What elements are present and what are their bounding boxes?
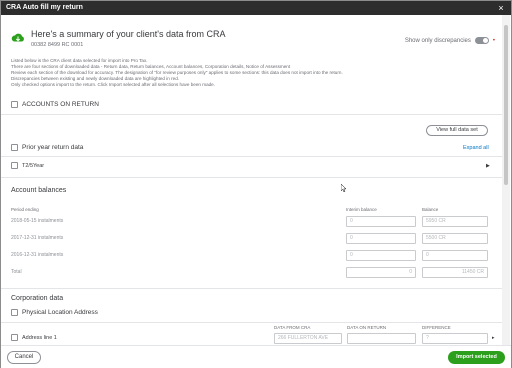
interim-balance-header: Interim balance [346, 207, 377, 212]
section-divider [1, 156, 503, 157]
interim-total-field: 0 [346, 267, 416, 278]
t2-5year-checkbox[interactable] [11, 162, 18, 169]
t2-5year-label: T2/5Year [22, 162, 45, 169]
cancel-button[interactable]: Cancel [7, 351, 41, 364]
dialog-footer: Cancel Import selected [1, 345, 511, 368]
interim-balance-field: 0 [346, 216, 416, 227]
corporation-data-title: Corporation data [11, 295, 64, 302]
cloud-download-icon [11, 33, 24, 42]
account-balances-title: Account balances [11, 187, 67, 194]
t2-5year-row[interactable]: T2/5Year [11, 162, 44, 169]
section-divider [1, 177, 503, 178]
accounts-on-return-label: ACCOUNTS ON RETURN [22, 101, 99, 108]
section-divider [1, 288, 503, 289]
import-selected-button[interactable]: Import selected [448, 351, 505, 364]
accounts-on-return-checkbox[interactable] [11, 101, 18, 108]
mouse-pointer-icon [341, 184, 347, 192]
prior-year-label: Prior year return data [22, 144, 84, 151]
vertical-scrollbar[interactable] [502, 15, 510, 345]
period-ending-header: Period ending [11, 207, 39, 212]
address-line-row: Address line 1 [11, 334, 57, 341]
balance-header: Balance [422, 207, 439, 212]
dialog-window: CRA Auto fill my return × Here's a summa… [0, 0, 512, 368]
section-divider [1, 322, 503, 323]
toggle-label: Show only discrepancies [404, 37, 471, 44]
return-address-field[interactable] [347, 333, 416, 344]
discrepancy-toggle-group: Show only discrepancies • [405, 37, 495, 44]
prior-year-row: Prior year return data [11, 144, 83, 151]
chevron-right-icon[interactable]: ▸ [492, 335, 495, 341]
physical-location-row: Physical Location Address [11, 309, 98, 316]
chevron-right-icon[interactable]: ▶ [486, 163, 490, 169]
address-line-checkbox[interactable] [11, 334, 18, 341]
address-line-label: Address line 1 [22, 334, 57, 341]
page-title: Here's a summary of your client's data f… [31, 29, 226, 39]
view-full-data-set-button[interactable]: View full data set [426, 125, 488, 136]
window-title: CRA Auto fill my return [6, 4, 83, 11]
scrollbar-thumb[interactable] [504, 25, 508, 185]
period-label: 2016-12-31 instalments [11, 252, 64, 258]
cra-address-field: 266 FULLERTON AVE [274, 333, 342, 344]
period-label: 2017-12-31 instalments [11, 235, 64, 241]
show-discrepancies-toggle[interactable] [474, 37, 489, 44]
total-label: Total [11, 269, 22, 275]
balance-field: 5950 CR [422, 216, 488, 227]
difference-field: ? [422, 333, 488, 344]
physical-location-checkbox[interactable] [11, 309, 18, 316]
data-on-return-header: DATA ON RETURN [347, 325, 387, 330]
business-number: 00382 8499 RC 0001 [31, 42, 84, 48]
title-bar: CRA Auto fill my return × [1, 1, 511, 15]
physical-location-label: Physical Location Address [22, 309, 98, 316]
prior-year-checkbox[interactable] [11, 144, 18, 151]
expand-all-link[interactable]: Expand all [463, 145, 489, 151]
accounts-on-return-row: ACCOUNTS ON RETURN [11, 101, 99, 108]
balance-field: 5500 CR [422, 233, 488, 244]
period-label: 2018-05-15 instalments [11, 218, 64, 224]
balance-field: 0 [422, 250, 488, 261]
required-indicator: • [492, 37, 495, 44]
section-divider [1, 114, 503, 115]
data-from-cra-header: DATA FROM CRA [274, 325, 311, 330]
difference-header: DIFFERENCE [422, 325, 451, 330]
close-icon[interactable]: × [495, 1, 507, 15]
dialog-content: Here's a summary of your client's data f… [1, 15, 503, 345]
interim-balance-field: 0 [346, 250, 416, 261]
interim-balance-field: 0 [346, 233, 416, 244]
instructions-text: Listed below is the CRA client data sele… [11, 58, 491, 88]
instruction-line: Only checked options import to the retur… [11, 82, 216, 88]
balance-total-field: 11450 CR [422, 267, 488, 278]
